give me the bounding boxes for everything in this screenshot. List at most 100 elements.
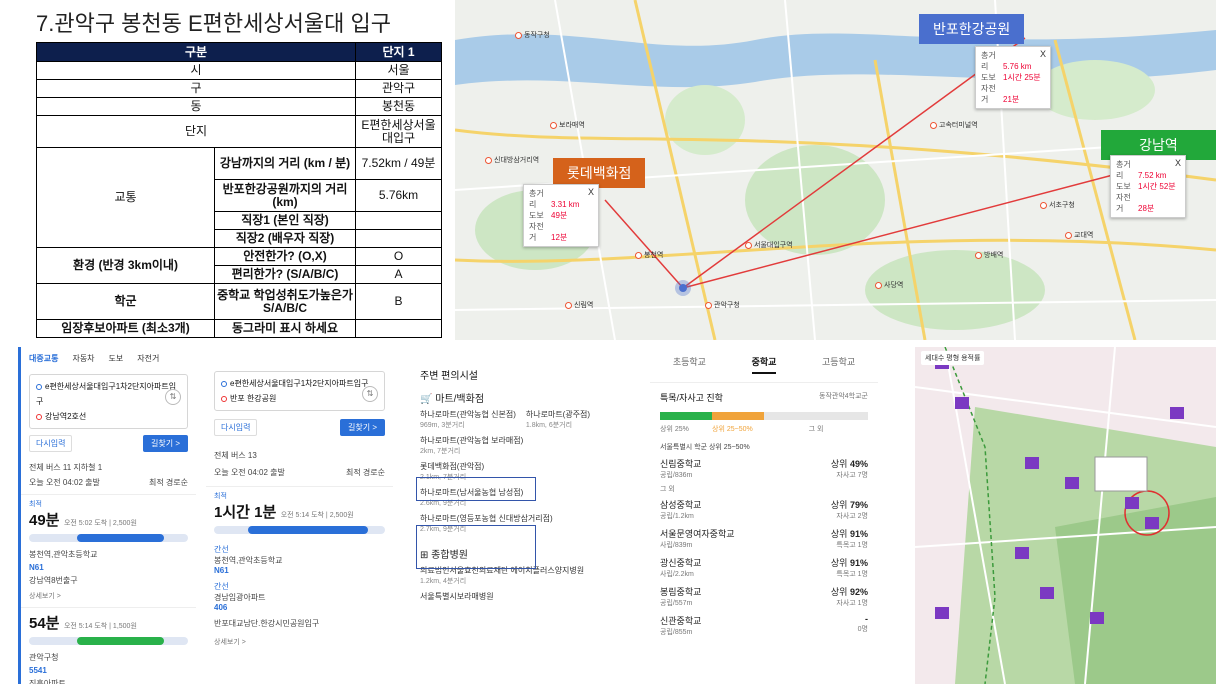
row-banpo-label: 반포한강공원까지의 거리 (km) xyxy=(214,179,356,212)
close-icon[interactable]: X xyxy=(588,187,594,198)
row-si-label: 시 xyxy=(36,61,356,80)
route-input-box: e편한세상서울대입구1차2단지아파트입구 강남역2호선 ⇅ xyxy=(29,374,188,429)
row-convenient-label: 편리한가? (S/A/B/C) xyxy=(214,265,356,284)
infobox-lotte[interactable]: X 총거리 3.31 km 도보 49분 자전거 12분 xyxy=(523,184,599,247)
amenity-dist: 969m, 3분거리 xyxy=(420,422,465,429)
highlight-box xyxy=(416,477,536,501)
details-link[interactable]: 상세보기 > xyxy=(206,635,393,649)
category-mart: 🛒 마트/백화점 xyxy=(420,394,485,405)
route-filter-tabs[interactable]: 전체 버스 11 지하철 1 xyxy=(21,454,196,475)
tab-high[interactable]: 고등학교 xyxy=(822,355,855,374)
row-dong-label: 동 xyxy=(36,97,356,116)
school-row[interactable]: 광신중학교 사립/2.2km 상위 91% 특목고 1명 xyxy=(650,553,878,582)
amenities-heading: 주변 편의시설 xyxy=(420,371,478,382)
tab-public-transit[interactable]: 대중교통 xyxy=(29,353,58,364)
school-row[interactable]: 서울문영여자중학교 사립/839m 상위 91% 특목고 1명 xyxy=(650,524,878,553)
level-label: 그 외 xyxy=(808,426,824,433)
map-poi[interactable]: 봉천역 xyxy=(635,250,663,260)
amenity-item[interactable]: 롯데백화점(관악점) xyxy=(420,461,600,472)
map-poi[interactable]: 서울대입구역 xyxy=(745,240,793,250)
route-line-type-2: 간선 xyxy=(214,582,229,591)
map-poi[interactable]: 방배역 xyxy=(975,250,1003,260)
route-detail-2: 오전 5:14 도착 | 1,500원 xyxy=(63,623,137,630)
origin-field[interactable]: e편한세상서울대입구1차2단지아파트입구 xyxy=(221,376,378,391)
bus-number-2: 406 xyxy=(214,603,228,612)
reset-button[interactable]: 다시입력 xyxy=(29,435,73,452)
bus-number-2: 5541 xyxy=(29,666,47,675)
school-region[interactable]: 동작관악4학교군 xyxy=(819,391,868,404)
swap-icon[interactable]: ⇅ xyxy=(362,386,378,402)
row-danji-label: 단지 xyxy=(36,115,356,148)
reset-button[interactable]: 다시입력 xyxy=(214,419,258,436)
destination-dot-icon xyxy=(36,413,42,420)
my-rank-note: 서울특별시 학군 상위 25~50% xyxy=(660,444,750,451)
map-poi[interactable]: 교대역 xyxy=(1065,230,1093,240)
destination-field[interactable]: 반포 한강공원 xyxy=(221,391,378,406)
search-button[interactable]: 길찾기 > xyxy=(340,419,385,436)
banpo-label: 반포한강공원 xyxy=(919,14,1025,44)
route-detail: 오전 5:02 도착 | 2,500원 xyxy=(63,520,137,527)
route-stop: 봉천역,관악초등학교 xyxy=(214,556,283,565)
map-poi[interactable]: 보라매역 xyxy=(550,120,585,130)
sort-select[interactable]: 최적 경로순 xyxy=(149,477,188,488)
tab-middle[interactable]: 중학교 xyxy=(751,355,777,374)
route-map[interactable]: 동작구청 신대방삼거리역 보라매역 관악구청 서울대입구역 봉천역 서초구청 교… xyxy=(455,0,1216,340)
row-gu-label: 구 xyxy=(36,79,356,98)
amenity-item[interactable]: 서울특별시보라매병원 xyxy=(420,591,600,602)
tab-walk[interactable]: 도보 xyxy=(109,353,124,364)
amenity-item[interactable]: 하나로마트(광주점) xyxy=(526,409,590,420)
route-dest: 반포대교남단.한강시민공원입구 xyxy=(214,619,320,628)
row-danji-value: E편한세상서울대입구 xyxy=(355,115,442,148)
bus-number: N61 xyxy=(214,566,229,575)
amenity-item[interactable]: 하나로마트(관악농협 보라매점) xyxy=(420,435,600,446)
school-row[interactable]: 봉림중학교 공립/557m 상위 92% 자사고 1명 xyxy=(650,582,878,611)
details-link[interactable]: 상세보기 > xyxy=(21,589,196,603)
map-poi[interactable]: 신림역 xyxy=(565,300,593,310)
route-dest-2: 진흥아파트 xyxy=(29,679,66,684)
apartment-map[interactable]: 세대수 평형 용적률 xyxy=(915,347,1216,684)
school-heading: 특목/자사고 진학 xyxy=(660,393,723,403)
origin-dot-icon xyxy=(221,380,227,387)
row-job2-label: 직장2 (배우자 직장) xyxy=(214,229,356,248)
route-bar xyxy=(214,526,385,534)
search-button[interactable]: 길찾기 > xyxy=(143,435,188,452)
tab-elementary[interactable]: 초등학교 xyxy=(673,355,706,374)
close-icon[interactable]: X xyxy=(1175,158,1181,169)
origin-field[interactable]: e편한세상서울대입구1차2단지아파트입구 xyxy=(36,379,181,409)
route-filter-tabs[interactable]: 전체 버스 13 xyxy=(206,440,393,463)
sort-select[interactable]: 최적 경로순 xyxy=(346,467,385,478)
departure-time-select[interactable]: 오늘 오전 04:02 출발 xyxy=(29,477,100,488)
swap-icon[interactable]: ⇅ xyxy=(165,389,181,405)
map-toolbar[interactable]: 세대수 평형 용적률 xyxy=(921,351,985,365)
school-row[interactable]: 신림중학교 공립/836m 상위 49% 자사고 7명 xyxy=(650,454,878,483)
row-gangnam-value: 7.52km / 49분 xyxy=(355,147,442,180)
destination-dot-icon xyxy=(221,395,227,402)
row-school-q-label: 중학교 학업성취도가높은가 S/A/B/C xyxy=(214,283,356,320)
school-row[interactable]: 신관중학교 공립/855m -0명 xyxy=(650,611,878,640)
map-poi[interactable]: 동작구청 xyxy=(515,30,550,40)
route-bar-2 xyxy=(29,637,188,645)
departure-time-select[interactable]: 오늘 오전 04:02 출발 xyxy=(214,467,285,478)
map-poi[interactable]: 고속터미널역 xyxy=(930,120,978,130)
map-poi[interactable]: 서초구청 xyxy=(1040,200,1075,210)
infobox-gangnam[interactable]: X 총거리 7.52 km 도보 1시간 52분 자전거 28분 xyxy=(1110,155,1186,218)
route-bar xyxy=(29,534,188,542)
map-poi[interactable]: 관악구청 xyxy=(705,300,740,310)
origin-dot-icon xyxy=(36,383,42,390)
amenity-dist: 2km, 7분거리 xyxy=(420,448,461,455)
map-poi[interactable]: 신대방삼거리역 xyxy=(485,155,539,165)
row-convenient-value: A xyxy=(355,265,442,284)
infobox-banpo[interactable]: X 총거리 5.76 km 도보 1시간 25분 자전거 21분 xyxy=(975,46,1051,109)
amenity-dist: 1.2km, 4분거리 xyxy=(420,578,467,585)
directions-panel-gangnam: 대중교통 자동차 도보 자전거 e편한세상서울대입구1차2단지아파트입구 강남역… xyxy=(18,347,196,684)
destination-field[interactable]: 강남역2호선 xyxy=(36,409,181,424)
directions-panel-banpo: e편한세상서울대입구1차2단지아파트입구 반포 한강공원 ⇅ 다시입력 길찾기 … xyxy=(203,347,393,684)
map-poi[interactable]: 사당역 xyxy=(875,280,903,290)
amenity-item[interactable]: 하나로마트(영등포농협 신대방삼거리점) xyxy=(420,513,600,524)
school-row[interactable]: 삼성중학교 공립/1.2km 상위 79% 자사고 2명 xyxy=(650,495,878,524)
close-icon[interactable]: X xyxy=(1040,49,1046,60)
amenity-item[interactable]: 하나로마트(관악농협 신본점) xyxy=(420,409,516,420)
tab-car[interactable]: 자동차 xyxy=(72,353,94,364)
tab-bike[interactable]: 자전거 xyxy=(137,353,159,364)
row-env-label: 환경 (반경 3km이내) xyxy=(36,247,215,284)
